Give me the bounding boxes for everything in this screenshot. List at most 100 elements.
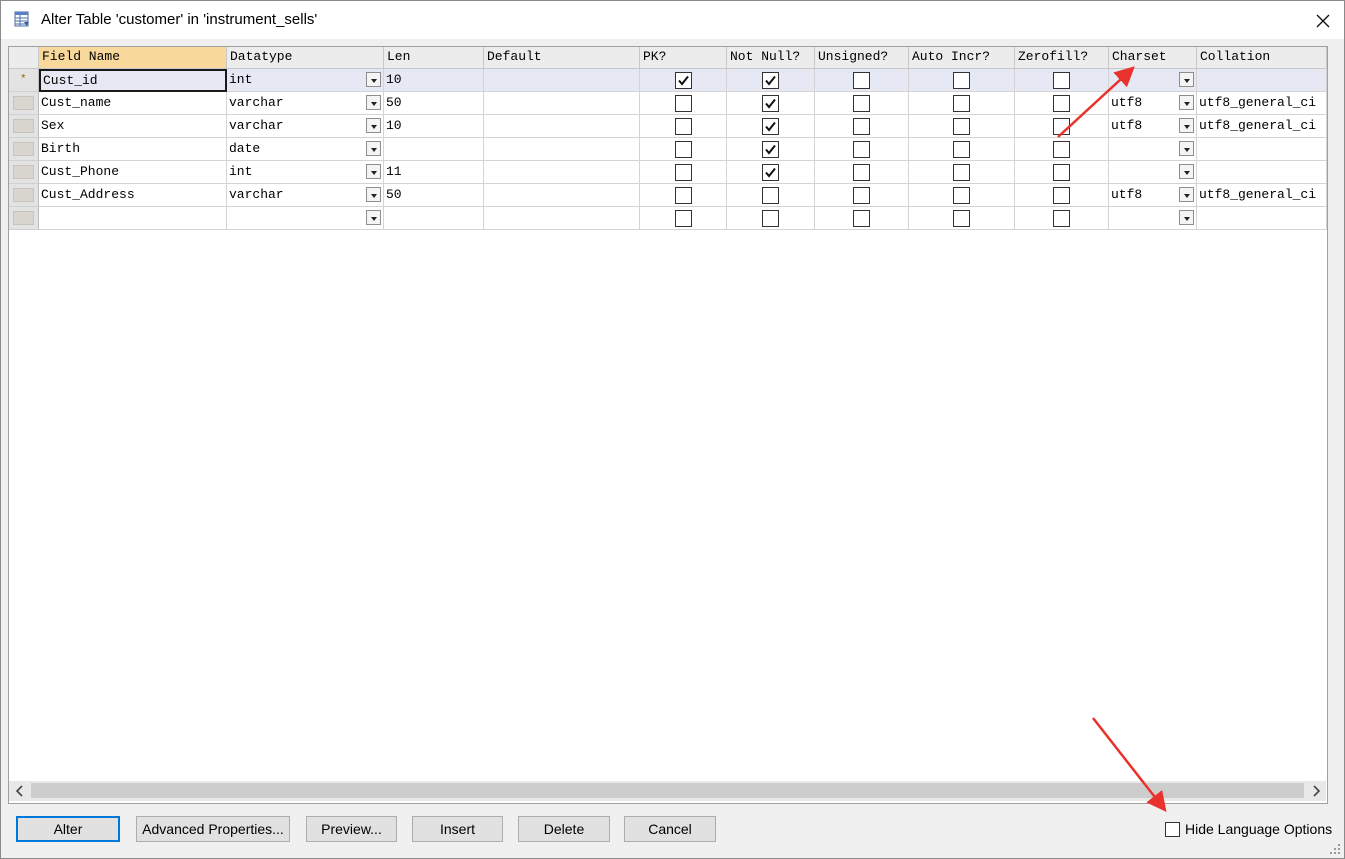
chevron-down-icon[interactable] — [1179, 95, 1194, 110]
cell-charset[interactable]: utf8 — [1109, 115, 1197, 138]
cell-pk[interactable] — [640, 184, 727, 207]
cell-auto-incr[interactable] — [909, 161, 1015, 184]
cell-collation[interactable]: utf8_general_ci — [1197, 92, 1327, 115]
column-header-default[interactable]: Default — [484, 47, 640, 69]
cell-charset[interactable] — [1109, 69, 1197, 92]
cancel-button[interactable]: Cancel — [624, 816, 716, 842]
chevron-down-icon[interactable] — [1179, 210, 1194, 225]
cell-len[interactable]: 50 — [384, 92, 484, 115]
cell-pk[interactable] — [640, 69, 727, 92]
not-null-checkbox[interactable] — [762, 118, 779, 135]
chevron-down-icon[interactable] — [366, 210, 381, 225]
cell-not-null[interactable] — [727, 161, 815, 184]
zerofill-checkbox[interactable] — [1053, 187, 1070, 204]
cell-datatype[interactable]: int — [227, 69, 384, 92]
cell-field-name[interactable]: Cust_id — [39, 69, 227, 92]
cell-unsigned[interactable] — [815, 115, 909, 138]
cell-collation[interactable] — [1197, 138, 1327, 161]
chevron-down-icon[interactable] — [1179, 72, 1194, 87]
auto-incr-checkbox[interactable] — [953, 210, 970, 227]
zerofill-checkbox[interactable] — [1053, 72, 1070, 89]
scroll-right-icon[interactable] — [1307, 783, 1325, 799]
scroll-left-icon[interactable] — [11, 783, 29, 799]
resize-grip-icon[interactable] — [1329, 843, 1341, 855]
cell-default[interactable] — [484, 207, 640, 230]
column-header-unsigned[interactable]: Unsigned? — [815, 47, 909, 69]
cell-default[interactable] — [484, 69, 640, 92]
cell-len[interactable]: 50 — [384, 184, 484, 207]
hide-language-options-checkbox[interactable] — [1165, 822, 1180, 837]
column-header-len[interactable]: Len — [384, 47, 484, 69]
cell-datatype[interactable]: date — [227, 138, 384, 161]
zerofill-checkbox[interactable] — [1053, 118, 1070, 135]
auto-incr-checkbox[interactable] — [953, 118, 970, 135]
chevron-down-icon[interactable] — [366, 164, 381, 179]
advanced-properties-button[interactable]: Advanced Properties... — [136, 816, 290, 842]
cell-collation[interactable] — [1197, 207, 1327, 230]
chevron-down-icon[interactable] — [366, 118, 381, 133]
cell-len[interactable]: 10 — [384, 69, 484, 92]
preview-button[interactable]: Preview... — [306, 816, 397, 842]
cell-default[interactable] — [484, 138, 640, 161]
pk-checkbox[interactable] — [675, 72, 692, 89]
unsigned-checkbox[interactable] — [853, 210, 870, 227]
pk-checkbox[interactable] — [675, 118, 692, 135]
cell-not-null[interactable] — [727, 184, 815, 207]
column-header-field-name[interactable]: Field Name — [39, 47, 227, 69]
column-header-zerofill[interactable]: Zerofill? — [1015, 47, 1109, 69]
column-header-datatype[interactable]: Datatype — [227, 47, 384, 69]
alter-button[interactable]: Alter — [16, 816, 120, 842]
cell-auto-incr[interactable] — [909, 184, 1015, 207]
row-header[interactable] — [9, 92, 39, 115]
cell-pk[interactable] — [640, 161, 727, 184]
cell-not-null[interactable] — [727, 92, 815, 115]
unsigned-checkbox[interactable] — [853, 118, 870, 135]
delete-button[interactable]: Delete — [518, 816, 610, 842]
fields-grid[interactable]: Field Name Datatype Len Default PK? Not Null?… — [8, 46, 1328, 804]
pk-checkbox[interactable] — [675, 141, 692, 158]
unsigned-checkbox[interactable] — [853, 187, 870, 204]
cell-auto-incr[interactable] — [909, 138, 1015, 161]
row-header[interactable] — [9, 207, 39, 230]
cell-collation[interactable]: utf8_general_ci — [1197, 184, 1327, 207]
cell-charset[interactable] — [1109, 207, 1197, 230]
not-null-checkbox[interactable] — [762, 141, 779, 158]
cell-collation[interactable] — [1197, 161, 1327, 184]
column-header-collation[interactable]: Collation — [1197, 47, 1327, 69]
cell-auto-incr[interactable] — [909, 69, 1015, 92]
cell-pk[interactable] — [640, 207, 727, 230]
cell-zerofill[interactable] — [1015, 207, 1109, 230]
cell-field-name[interactable]: Birth — [39, 138, 227, 161]
chevron-down-icon[interactable] — [1179, 141, 1194, 156]
cell-zerofill[interactable] — [1015, 161, 1109, 184]
auto-incr-checkbox[interactable] — [953, 95, 970, 112]
cell-default[interactable] — [484, 92, 640, 115]
cell-unsigned[interactable] — [815, 92, 909, 115]
unsigned-checkbox[interactable] — [853, 164, 870, 181]
pk-checkbox[interactable] — [675, 95, 692, 112]
cell-field-name[interactable]: Cust_name — [39, 92, 227, 115]
not-null-checkbox[interactable] — [762, 210, 779, 227]
cell-charset[interactable]: utf8 — [1109, 184, 1197, 207]
cell-not-null[interactable] — [727, 69, 815, 92]
cell-datatype[interactable]: varchar — [227, 115, 384, 138]
cell-unsigned[interactable] — [815, 161, 909, 184]
cell-field-name[interactable] — [39, 207, 227, 230]
cell-zerofill[interactable] — [1015, 115, 1109, 138]
cell-auto-incr[interactable] — [909, 207, 1015, 230]
zerofill-checkbox[interactable] — [1053, 141, 1070, 158]
column-header-charset[interactable]: Charset — [1109, 47, 1197, 69]
cell-field-name[interactable]: Sex — [39, 115, 227, 138]
cell-unsigned[interactable] — [815, 184, 909, 207]
cell-not-null[interactable] — [727, 207, 815, 230]
cell-collation[interactable] — [1197, 69, 1327, 92]
not-null-checkbox[interactable] — [762, 95, 779, 112]
not-null-checkbox[interactable] — [762, 72, 779, 89]
column-header-not-null[interactable]: Not Null? — [727, 47, 815, 69]
row-header[interactable] — [9, 115, 39, 138]
pk-checkbox[interactable] — [675, 164, 692, 181]
chevron-down-icon[interactable] — [1179, 164, 1194, 179]
unsigned-checkbox[interactable] — [853, 141, 870, 158]
chevron-down-icon[interactable] — [366, 72, 381, 87]
zerofill-checkbox[interactable] — [1053, 95, 1070, 112]
